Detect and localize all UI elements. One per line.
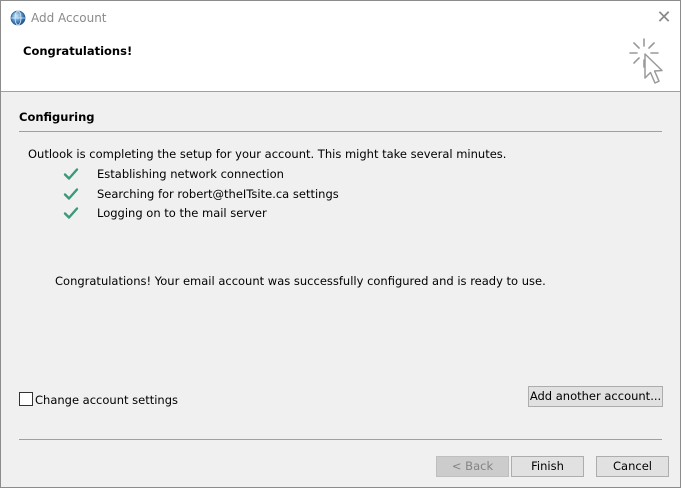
close-icon[interactable]: ✕ (653, 9, 675, 27)
dialog-header: Add Account ✕ Congratulations! (1, 1, 680, 92)
status-message: Outlook is completing the setup for your… (28, 147, 507, 161)
outlook-globe-icon (10, 10, 26, 26)
window-title: Add Account (31, 11, 107, 25)
success-message: Congratulations! Your email account was … (55, 274, 546, 288)
step-label: Establishing network connection (97, 167, 284, 181)
check-icon (63, 206, 79, 220)
section-title: Configuring (19, 110, 95, 124)
step-label: Searching for robert@theITsite.ca settin… (97, 186, 339, 201)
cursor-click-icon (628, 37, 668, 89)
change-account-settings-label[interactable]: Change account settings (35, 393, 178, 407)
add-account-dialog: Add Account ✕ Congratulations! Configuri… (0, 0, 681, 488)
add-another-account-button[interactable]: Add another account... (528, 386, 663, 407)
check-icon (63, 167, 79, 181)
back-button[interactable]: < Back (436, 456, 509, 477)
page-heading: Congratulations! (23, 44, 133, 58)
section-divider (19, 131, 662, 132)
footer-divider (19, 439, 662, 440)
change-account-settings-checkbox[interactable] (19, 392, 33, 406)
step-label: Logging on to the mail server (97, 206, 267, 220)
cancel-button[interactable]: Cancel (596, 456, 669, 477)
check-icon (63, 187, 79, 201)
finish-button[interactable]: Finish (511, 456, 584, 477)
